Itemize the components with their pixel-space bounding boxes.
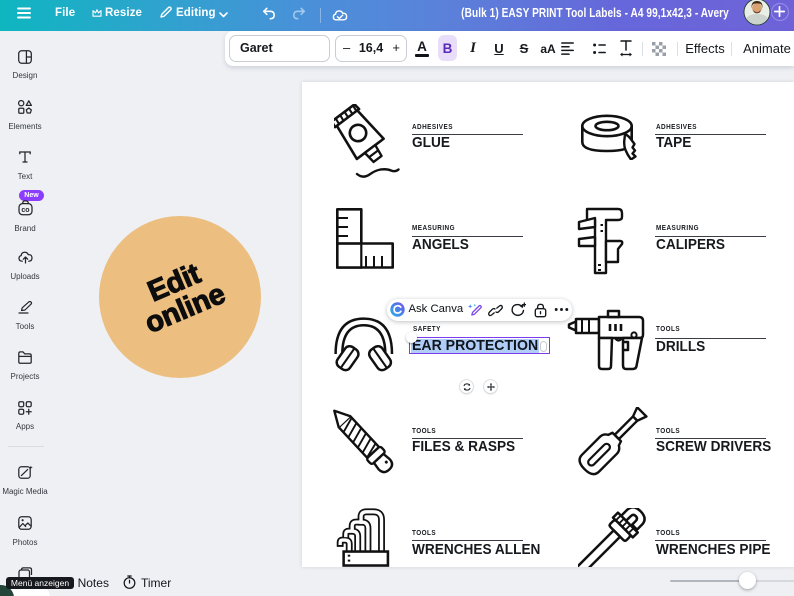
svg-text:co: co [21,207,29,214]
